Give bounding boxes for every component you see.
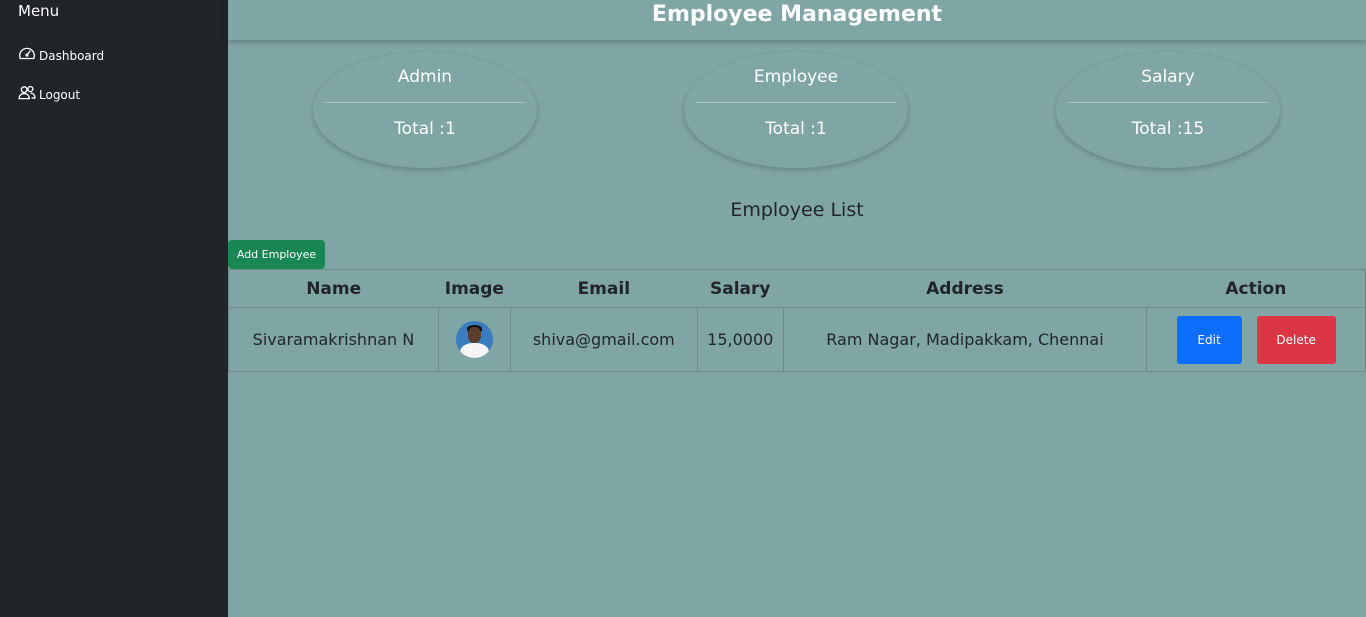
table-header-row: Name Image Email Salary Address Action: [228, 269, 1366, 308]
table-row: Sivaramakrishnan N shiva@gmail.com 15,00…: [228, 307, 1366, 372]
column-header-salary: Salary: [697, 269, 784, 308]
column-header-address: Address: [783, 269, 1147, 308]
cell-action: Edit Delete: [1146, 307, 1366, 372]
stat-card-admin: Admin Total :1: [313, 52, 537, 168]
stat-card-salary: Salary Total :15: [1056, 52, 1280, 168]
menu-title: Menu: [18, 2, 60, 20]
column-header-name: Name: [228, 269, 439, 308]
header-bar: Employee Management: [228, 0, 1366, 40]
sidebar-item-label: Logout: [39, 87, 81, 102]
stat-card-employee: Employee Total :1: [684, 52, 908, 168]
stat-value: Total :1: [394, 119, 456, 139]
speedometer-icon: [18, 45, 36, 66]
column-header-image: Image: [438, 269, 511, 308]
column-header-email: Email: [510, 269, 698, 308]
stat-label: Salary: [1141, 67, 1195, 87]
cell-salary: 15,0000: [697, 307, 784, 372]
page-title: Employee Management: [651, 2, 943, 27]
cell-name: Sivaramakrishnan N: [228, 307, 439, 372]
stat-value: Total :1: [765, 119, 827, 139]
stat-label: Employee: [753, 67, 839, 87]
employee-table: Name Image Email Salary Address Action S…: [228, 269, 1366, 372]
avatar: [455, 321, 493, 358]
cell-address: Ram Nagar, Madipakkam, Chennai: [783, 307, 1148, 372]
divider: [696, 102, 896, 103]
stat-value: Total :15: [1131, 119, 1205, 139]
cell-image: [438, 307, 511, 372]
edit-button[interactable]: Edit: [1176, 315, 1242, 364]
sidebar: Menu Dashboard Logout: [0, 0, 228, 617]
sidebar-item-label: Dashboard: [39, 48, 105, 63]
divider: [325, 102, 525, 103]
sidebar-item-logout[interactable]: Logout: [18, 84, 80, 105]
sidebar-item-dashboard[interactable]: Dashboard: [18, 45, 104, 66]
column-header-action: Action: [1146, 269, 1366, 308]
cell-email: shiva@gmail.com: [510, 307, 698, 372]
employee-list-title: Employee List: [730, 199, 864, 221]
stat-label: Admin: [397, 67, 453, 87]
add-employee-button[interactable]: Add Employee: [228, 240, 325, 269]
people-icon: [18, 84, 36, 105]
main-content: Employee Management Admin Total :1 Emplo…: [228, 0, 1366, 617]
divider: [1068, 102, 1268, 103]
delete-button[interactable]: Delete: [1256, 315, 1336, 364]
